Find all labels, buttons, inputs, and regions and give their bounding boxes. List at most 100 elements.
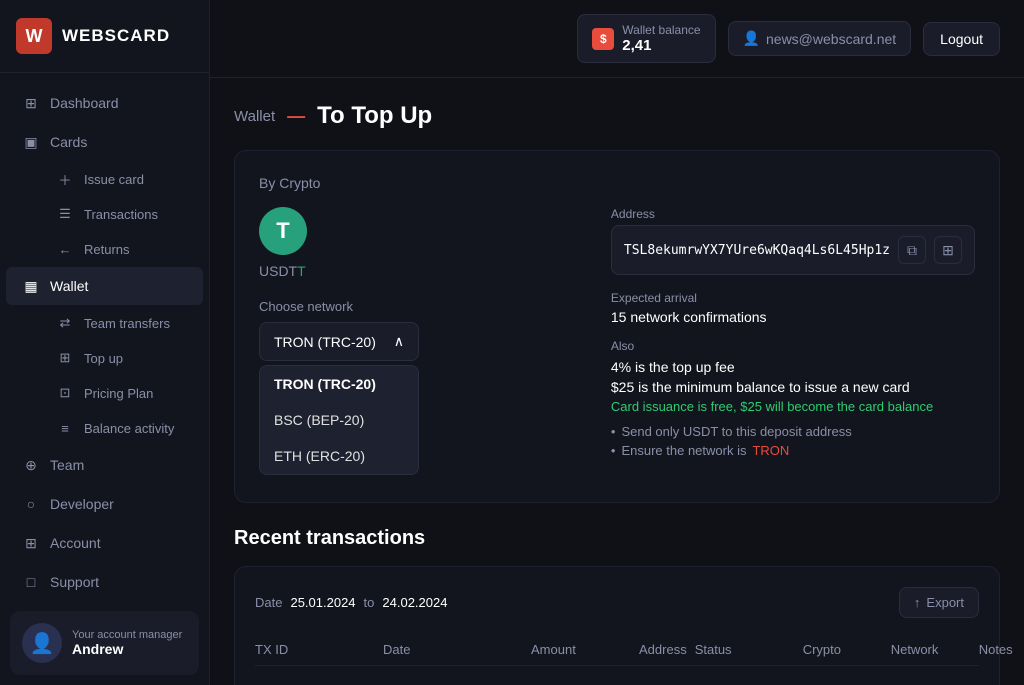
table-row: 0385–5a1f–4891–b828–ecb9... Feb 22, 2024… [255,674,979,685]
breadcrumb: Wallet [234,108,275,125]
logo-text: WEBSCARD [62,26,170,46]
date-to[interactable]: 24.02.2024 [382,595,447,610]
date-from[interactable]: 25.01.2024 [290,595,355,610]
transactions-card: Date 25.01.2024 to 24.02.2024 ↑ Export T… [234,566,1000,685]
network-select[interactable]: TRON (TRC-20) ∧ [259,322,419,361]
page-title-row: Wallet — To Top Up [234,102,1000,130]
sidebar-item-issue-card[interactable]: ＋ Issue card [40,162,203,196]
issuance-info: Card issuance is free, $25 will become t… [611,399,975,414]
main-area: $ Wallet balance 2,41 👤 news@webscard.ne… [210,0,1024,685]
fee-text: 4% is the top up fee [611,359,975,375]
qr-address-button[interactable]: ⊞ [934,236,962,264]
wallet-icon: ▦ [22,277,40,295]
page-title: To Top Up [317,102,432,130]
content: Wallet — To Top Up By Crypto T USDTT Cho… [210,78,1024,685]
network-option-trc20[interactable]: TRON (TRC-20) [260,366,418,402]
sidebar-item-balance-activity[interactable]: ≡ Balance activity [40,411,203,445]
sidebar-item-top-up[interactable]: ⊞ Top up [40,341,203,375]
sidebar-label-top-up: Top up [84,351,123,366]
sidebar-sub-cards: ＋ Issue card ☰ Transactions ← Returns [0,162,209,266]
network-option-bep20[interactable]: BSC (BEP-20) [260,402,418,438]
sidebar-label-support: Support [50,574,99,590]
sidebar: W WEBSCARD ⊞ Dashboard ▣ Cards ＋ Issue c… [0,0,210,685]
wallet-balance-button[interactable]: $ Wallet balance 2,41 [577,14,715,63]
dashboard-icon: ⊞ [22,94,40,112]
network-dropdown: TRON (TRC-20) BSC (BEP-20) ETH (ERC-20) [259,365,419,475]
crypto-suffix: T [297,263,306,279]
breadcrumb-dash: — [287,106,305,127]
manager-name: Andrew [72,641,182,657]
col-network: Network [891,642,971,657]
header: $ Wallet balance 2,41 👤 news@webscard.ne… [210,0,1024,78]
topup-card: By Crypto T USDTT Choose network TRON (T… [234,150,1000,503]
export-button[interactable]: ↑ Export [899,587,979,618]
team-icon: ⊕ [22,456,40,474]
sidebar-label-wallet: Wallet [50,278,88,294]
sidebar-item-support[interactable]: □ Support [6,563,203,601]
wallet-balance-icon: $ [592,28,614,50]
col-tx-id: TX ID [255,642,375,657]
wallet-balance-amount: 2,41 [622,37,700,54]
date-to-label: to [364,595,375,610]
sidebar-sub-wallet: ⇄ Team transfers ⊞ Top up ⊡ Pricing Plan… [0,306,209,445]
network-label: Choose network [259,299,579,314]
address-row: TSL8ekumrwYX7YUre6wKQaq4Ls6L45Hp1z ⧉ ⊞ [611,225,975,275]
user-email: news@webscard.net [766,31,896,47]
sidebar-item-cards[interactable]: ▣ Cards [6,123,203,161]
sidebar-item-team[interactable]: ⊕ Team [6,446,203,484]
col-crypto: Crypto [803,642,883,657]
avatar: 👤 [22,623,62,663]
tron-highlight: TRON [752,443,789,458]
recent-transactions-title: Recent transactions [234,527,1000,550]
topup-right: Address TSL8ekumrwYX7YUre6wKQaq4Ls6L45Hp… [611,207,975,478]
sidebar-item-returns[interactable]: ← Returns [40,232,203,266]
transactions-header: Date 25.01.2024 to 24.02.2024 ↑ Export [255,587,979,618]
sidebar-label-account: Account [50,535,101,551]
min-balance-text: $25 is the minimum balance to issue a ne… [611,379,975,395]
balance-activity-icon: ≡ [56,419,74,437]
address-value: TSL8ekumrwYX7YUre6wKQaq4Ls6L45Hp1z [624,243,890,258]
wallet-balance-info: Wallet balance 2,41 [622,23,700,54]
chevron-up-icon: ∧ [394,333,404,350]
account-icon: ⊞ [22,534,40,552]
sidebar-label-balance-activity: Balance activity [84,421,174,436]
crypto-icon: T [259,207,307,255]
date-label: Date [255,595,282,610]
logo-icon: W [16,18,52,54]
manager-info: Your account manager Andrew [72,629,182,657]
also-label: Also [611,339,975,353]
bullet-item-2: Ensure the network is TRON [611,443,975,458]
sidebar-item-developer[interactable]: ○ Developer [6,485,203,523]
expected-label: Expected arrival [611,291,975,305]
network-option-erc20[interactable]: ETH (ERC-20) [260,438,418,474]
sidebar-item-account[interactable]: ⊞ Account [6,524,203,562]
sidebar-label-cards: Cards [50,134,87,150]
account-manager-panel: 👤 Your account manager Andrew [10,611,199,675]
selected-network-label: TRON (TRC-20) [274,334,376,350]
sidebar-item-pricing-plan[interactable]: ⊡ Pricing Plan [40,376,203,410]
sidebar-label-returns: Returns [84,242,130,257]
sidebar-item-transactions[interactable]: ☰ Transactions [40,197,203,231]
sidebar-label-team-transfers: Team transfers [84,316,170,331]
recent-transactions-section: Recent transactions Date 25.01.2024 to 2… [234,527,1000,685]
col-address: Address [639,642,687,657]
sidebar-item-dashboard[interactable]: ⊞ Dashboard [6,84,203,122]
expected-value: 15 network confirmations [611,309,975,325]
user-icon: 👤 [743,30,760,47]
crypto-label: USDTT [259,263,579,279]
wallet-balance-label: Wallet balance [622,23,700,37]
user-email-button[interactable]: 👤 news@webscard.net [728,21,912,56]
sidebar-item-team-transfers[interactable]: ⇄ Team transfers [40,306,203,340]
logout-button[interactable]: Logout [923,22,1000,56]
address-label: Address [611,207,975,221]
sidebar-item-wallet[interactable]: ▦ Wallet [6,267,203,305]
pricing-plan-icon: ⊡ [56,384,74,402]
col-notes: Notes [979,642,1024,657]
sidebar-label-transactions: Transactions [84,207,158,222]
bullet-text-1: Send only USDT to this deposit address [621,424,851,439]
sidebar-label-developer: Developer [50,496,114,512]
col-amount: Amount [531,642,631,657]
support-icon: □ [22,573,40,591]
col-date: Date [383,642,523,657]
copy-address-button[interactable]: ⧉ [898,236,926,264]
